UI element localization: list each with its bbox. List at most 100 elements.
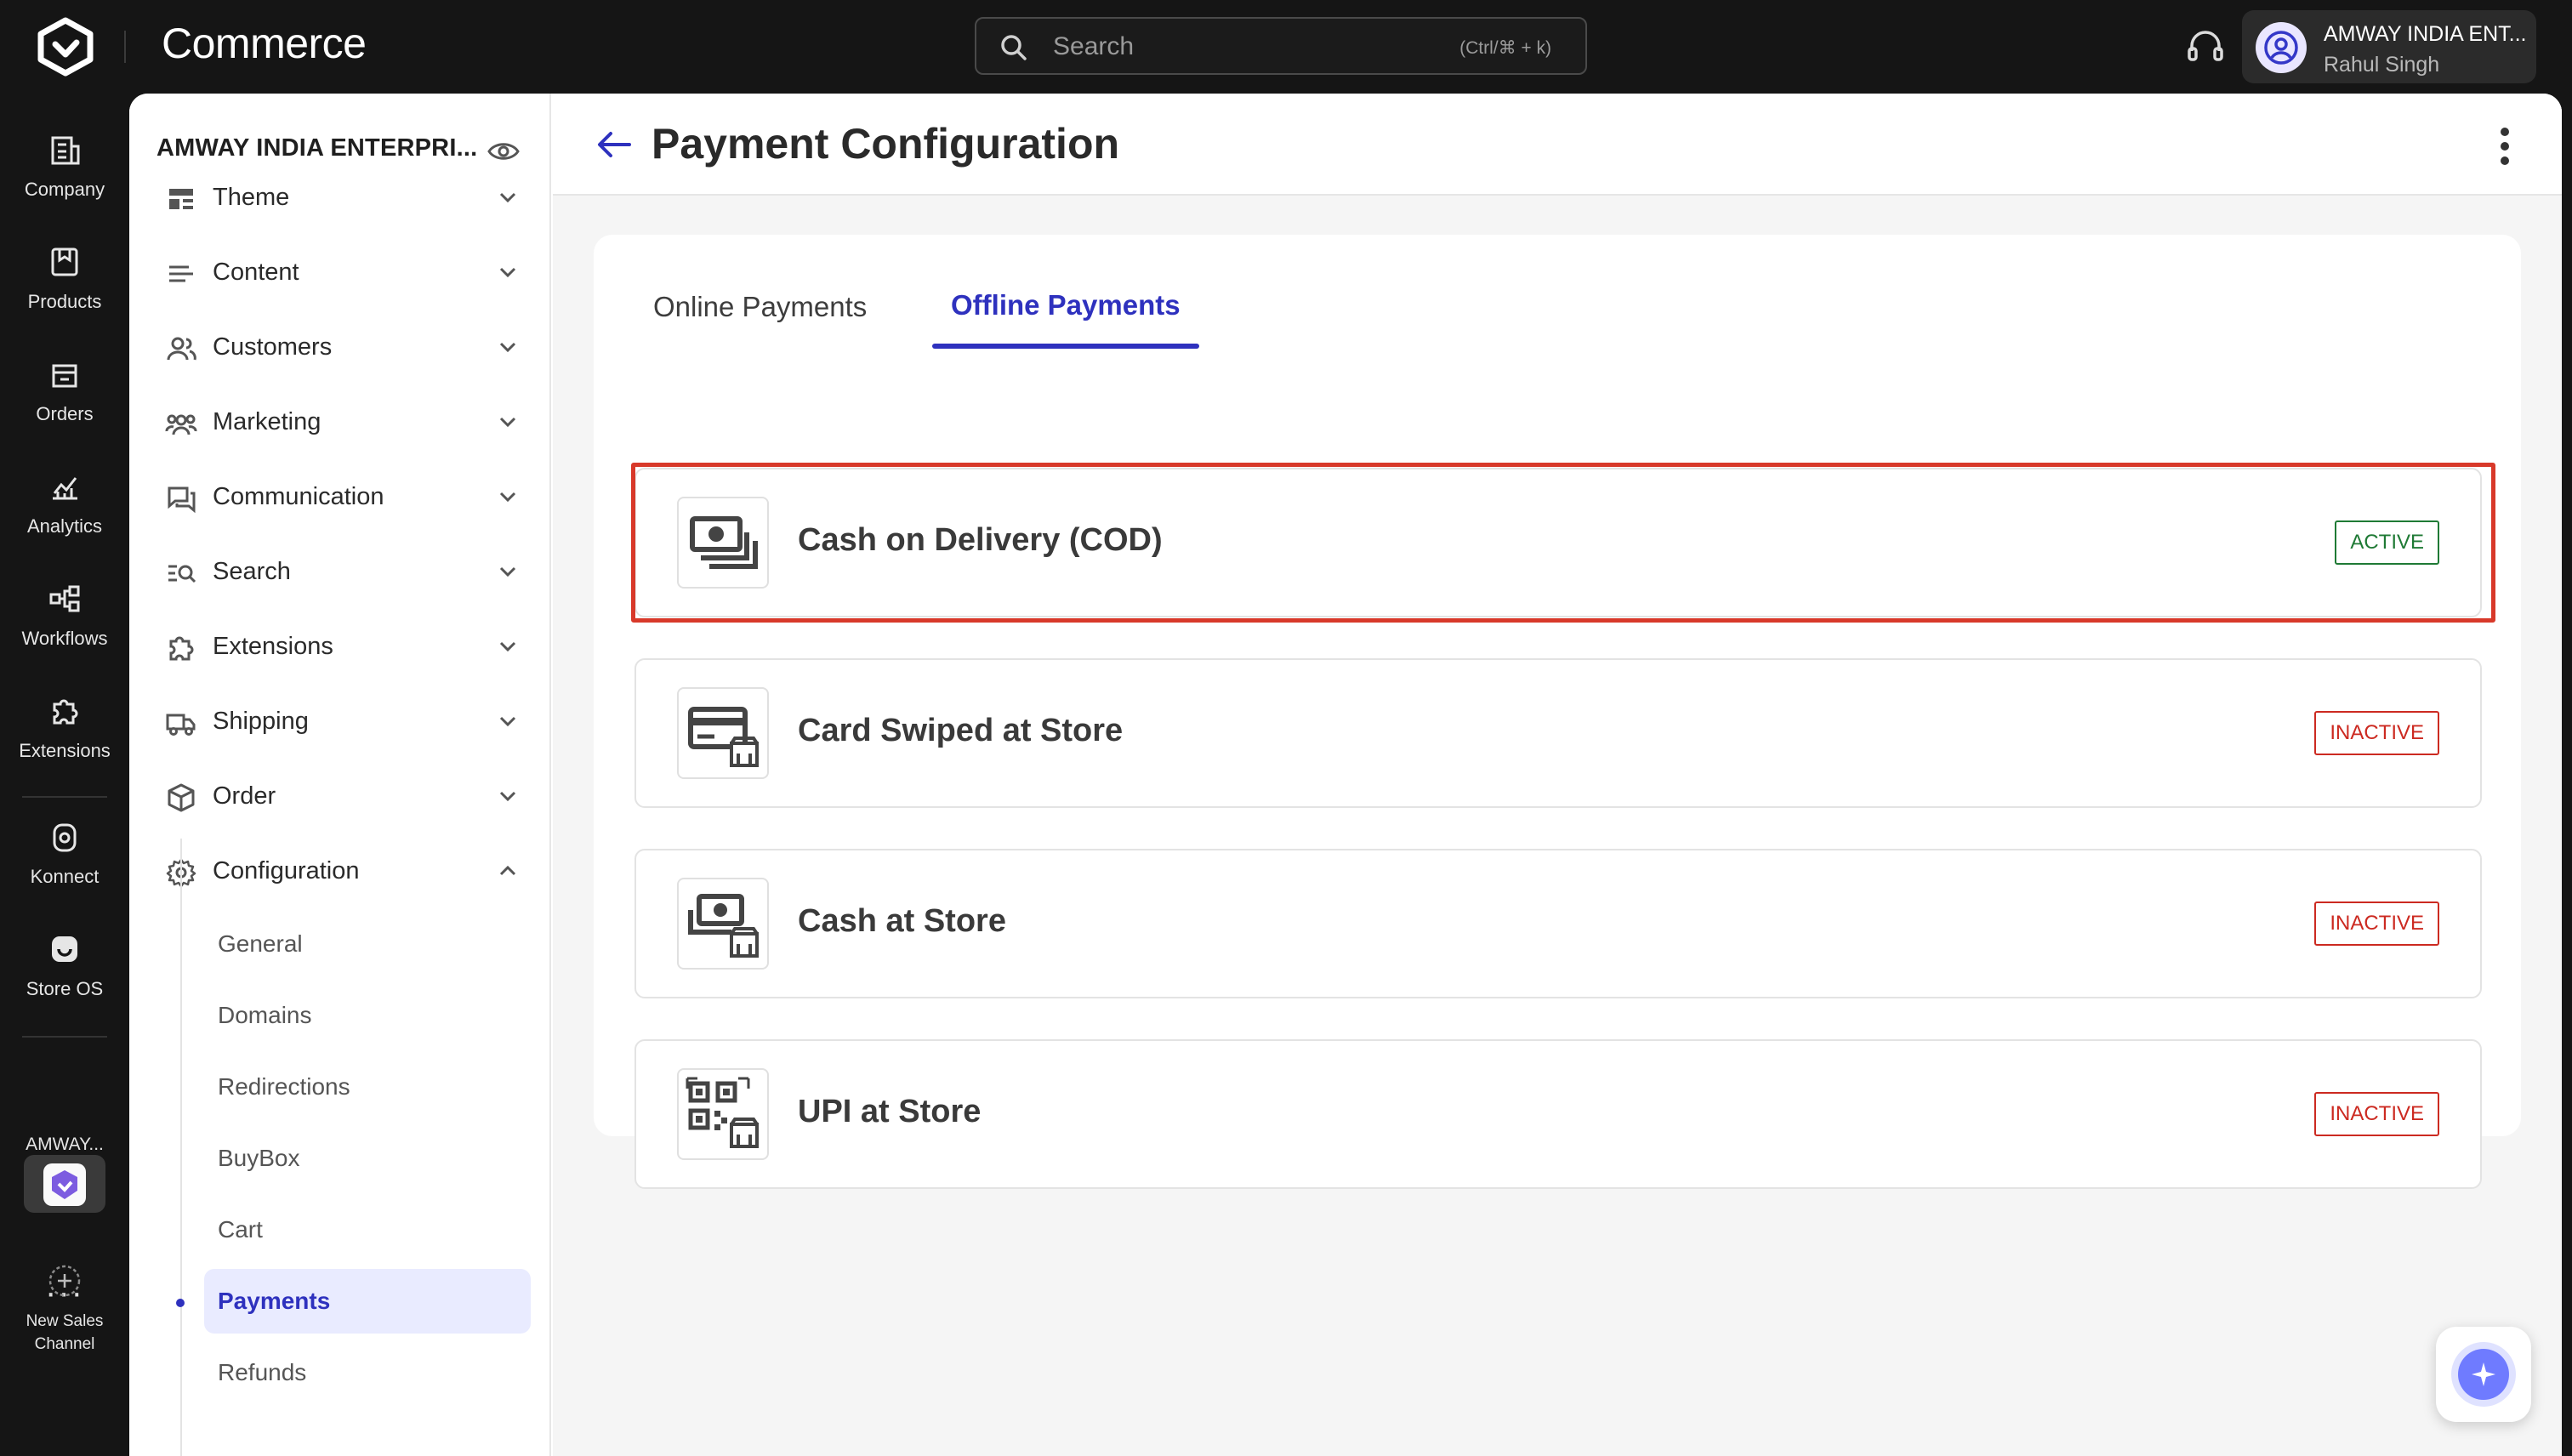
support-headset-icon[interactable] xyxy=(2184,26,2227,68)
new-sales-channel-button[interactable]: New Sales Channel xyxy=(0,1262,129,1356)
content-area: Payment Configuration Online Payments Of… xyxy=(553,94,2562,1456)
search-placeholder: Search xyxy=(1053,32,1135,60)
app-title: Commerce xyxy=(162,20,367,67)
chevron-down-icon xyxy=(499,492,516,503)
rail-item-store-os[interactable]: Store OS xyxy=(0,930,129,1000)
config-item-label: Refunds xyxy=(218,1359,307,1385)
sales-channel-label: AMWAY... xyxy=(26,1135,104,1154)
top-bar: Commerce Search (Ctrl/⌘ + k) AMWAY INDIA… xyxy=(0,0,2572,94)
sidebar-item-configuration[interactable]: Configuration xyxy=(160,845,526,896)
primary-rail: Company Products Orders Analytics Workfl… xyxy=(0,94,129,1456)
tab-offline-payments[interactable]: Offline Payments xyxy=(951,289,1181,321)
payment-method-name: Card Swiped at Store xyxy=(798,713,1124,748)
rail-label: Products xyxy=(27,291,102,312)
payments-card: Online Payments Offline Payments Cash on… xyxy=(594,235,2521,1189)
user-avatar-icon xyxy=(2256,22,2307,73)
account-switcher[interactable]: AMWAY INDIA ENT... Rahul Singh xyxy=(2242,10,2536,83)
sidebar-item-customers[interactable]: Customers xyxy=(160,321,526,373)
chat-icon xyxy=(168,486,196,514)
app-logo-icon[interactable] xyxy=(34,17,97,77)
box-icon xyxy=(51,247,78,276)
account-org-name: AMWAY INDIA ENT... xyxy=(2324,22,2527,46)
config-item-buybox[interactable]: BuyBox xyxy=(204,1126,531,1191)
sidebar-item-shipping[interactable]: Shipping xyxy=(160,696,526,747)
analytics-icon xyxy=(53,477,77,500)
sidebar-item-label: Configuration xyxy=(213,857,360,884)
puzzle-icon xyxy=(169,636,194,661)
payment-method-name: Cash on Delivery (COD) xyxy=(798,522,1163,558)
config-item-label: Cart xyxy=(218,1216,263,1243)
rail-item-workflows[interactable]: Workflows xyxy=(0,580,129,650)
chevron-up-icon xyxy=(499,865,516,876)
sidebar-item-order[interactable]: Order xyxy=(160,771,526,822)
config-item-domains[interactable]: Domains xyxy=(204,983,531,1048)
rail-label: Workflows xyxy=(21,628,108,649)
sidebar-item-theme[interactable]: Theme xyxy=(160,172,526,223)
payment-method-cash-store[interactable]: Cash at Store INACTIVE xyxy=(634,849,2482,998)
preview-eye-icon[interactable] xyxy=(487,134,521,168)
sidebar-item-communication[interactable]: Communication xyxy=(160,471,526,522)
rail-item-konnect[interactable]: Konnect xyxy=(0,818,129,888)
payment-method-card-swiped[interactable]: Card Swiped at Store INACTIVE xyxy=(634,658,2482,808)
rail-item-products[interactable]: Products xyxy=(0,243,129,313)
status-badge: ACTIVE xyxy=(2335,520,2439,565)
add-circle-icon xyxy=(48,1265,81,1297)
config-item-redirections[interactable]: Redirections xyxy=(204,1055,531,1119)
payment-method-upi-store[interactable]: UPI at Store INACTIVE xyxy=(634,1039,2482,1189)
account-user-name: Rahul Singh xyxy=(2324,53,2440,77)
config-item-general[interactable]: General xyxy=(204,912,531,976)
logo-divider xyxy=(124,31,126,63)
cash-stack-icon xyxy=(677,497,769,589)
more-vertical-icon[interactable] xyxy=(2499,126,2511,167)
chevron-down-icon xyxy=(499,267,516,278)
ai-assistant-button[interactable] xyxy=(2436,1327,2531,1422)
sidebar-item-extensions[interactable]: Extensions xyxy=(160,621,526,672)
sidebar-item-content[interactable]: Content xyxy=(160,247,526,298)
config-item-payments[interactable]: Payments xyxy=(204,1269,531,1334)
payment-method-cod[interactable]: Cash on Delivery (COD) ACTIVE xyxy=(634,468,2482,617)
customers-icon xyxy=(167,337,196,361)
sidebar-item-label: Search xyxy=(213,558,291,585)
chevron-down-icon xyxy=(499,566,516,577)
sidebar-item-marketing[interactable]: Marketing xyxy=(160,396,526,447)
new-sales-channel-label: New Sales Channel xyxy=(26,1312,104,1353)
qr-store-icon xyxy=(677,1068,769,1160)
building-icon xyxy=(51,136,80,165)
sales-channel-app-icon[interactable] xyxy=(24,1155,105,1213)
config-item-cart[interactable]: Cart xyxy=(204,1197,531,1262)
content-lines-icon xyxy=(169,265,193,282)
payment-method-name: UPI at Store xyxy=(798,1094,982,1129)
config-item-label: Payments xyxy=(218,1288,331,1314)
chevron-down-icon xyxy=(499,192,516,203)
rail-item-orders[interactable]: Orders xyxy=(0,355,129,425)
global-search-input[interactable]: Search (Ctrl/⌘ + k) xyxy=(975,17,1587,75)
sidebar-item-label: Order xyxy=(213,782,276,810)
rail-label: Analytics xyxy=(26,515,103,537)
rail-label: Orders xyxy=(36,403,94,424)
search-shortcut-hint: (Ctrl/⌘ + k) xyxy=(1460,38,1551,58)
rail-item-company[interactable]: Company xyxy=(0,131,129,201)
sidebar-item-search[interactable]: Search xyxy=(160,546,526,597)
rail-divider xyxy=(22,796,107,798)
config-item-label: General xyxy=(218,930,303,957)
cash-store-icon xyxy=(677,878,769,970)
rail-label: Konnect xyxy=(30,866,100,887)
tab-online-payments[interactable]: Online Payments xyxy=(653,291,867,323)
back-arrow-icon[interactable] xyxy=(594,124,634,165)
config-item-refunds[interactable]: Refunds xyxy=(204,1340,531,1405)
package-icon xyxy=(168,783,195,812)
orders-icon xyxy=(52,364,77,388)
rail-item-analytics[interactable]: Analytics xyxy=(0,468,129,537)
payment-method-name: Cash at Store xyxy=(798,903,1006,939)
rail-item-extensions[interactable]: Extensions xyxy=(0,692,129,762)
submenu-guide-line xyxy=(180,839,182,1456)
status-badge: INACTIVE xyxy=(2314,901,2439,946)
search-list-icon xyxy=(168,565,196,583)
page-title: Payment Configuration xyxy=(652,120,1120,168)
rail-label: Company xyxy=(24,179,105,200)
sidebar-item-label: Communication xyxy=(213,483,384,510)
search-icon xyxy=(1001,35,1027,60)
status-badge: INACTIVE xyxy=(2314,711,2439,755)
workflow-icon xyxy=(49,585,80,612)
rail-divider xyxy=(22,1036,107,1038)
